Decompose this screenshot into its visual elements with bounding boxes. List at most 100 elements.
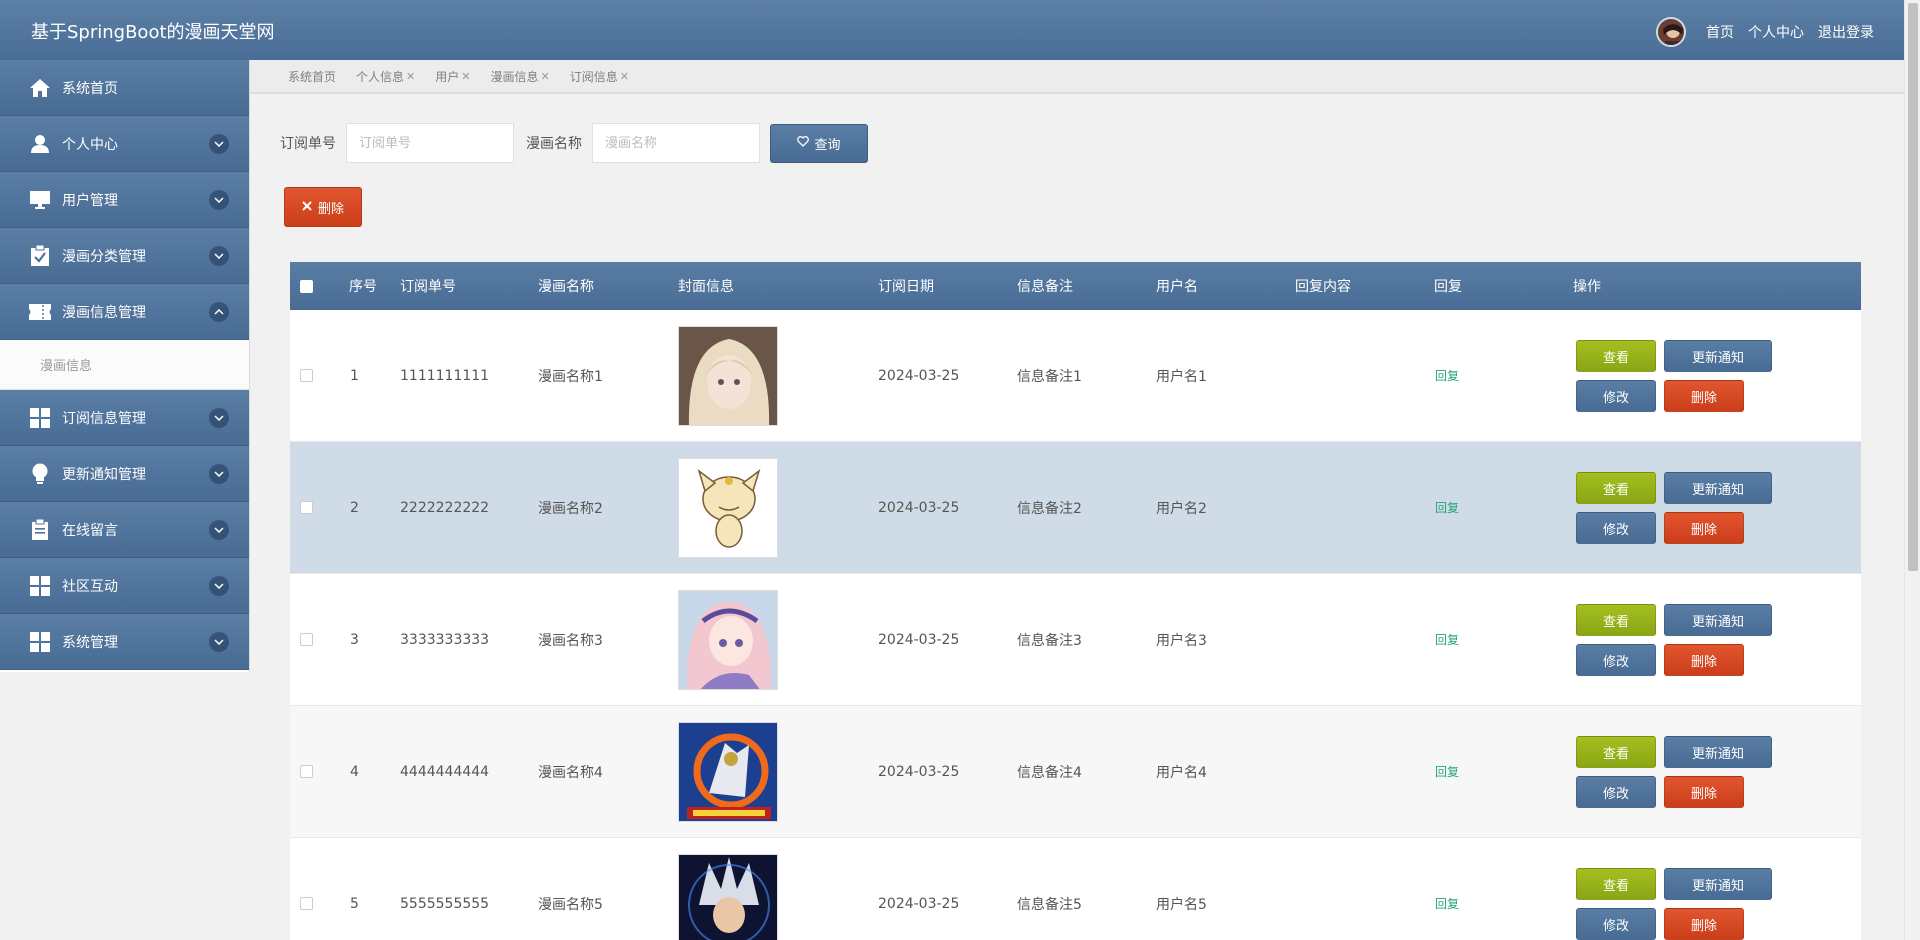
nav-profile-link[interactable]: 个人中心 xyxy=(1748,22,1804,42)
user-avatar[interactable] xyxy=(1656,17,1686,47)
cover-image[interactable] xyxy=(678,589,778,690)
column-header: 操作 xyxy=(1573,279,1601,295)
view-button[interactable]: 查看 xyxy=(1576,340,1656,372)
sidebar-item-label: 用户管理 xyxy=(62,192,118,209)
update-notice-button[interactable]: 更新通知 xyxy=(1664,604,1772,636)
sidebar-item-subscription-management[interactable]: 订阅信息管理 xyxy=(0,390,249,446)
table-row[interactable]: 5 5555555555 漫画名称5 2024-03-25 信息备注5 用户名5… xyxy=(290,838,1861,940)
update-notice-button[interactable]: 更新通知 xyxy=(1664,736,1772,768)
home-icon xyxy=(28,76,52,100)
update-notice-button[interactable]: 更新通知 xyxy=(1664,868,1772,900)
edit-button[interactable]: 修改 xyxy=(1576,644,1656,676)
cover-image[interactable] xyxy=(678,325,778,426)
sidebar-item-update-notice-management[interactable]: 更新通知管理 xyxy=(0,446,249,502)
sidebar: 系统首页 个人中心 用户管理 漫画分类管理 漫画信息管理 漫画信息 订阅信息管理… xyxy=(0,60,250,672)
query-button[interactable]: 查询 xyxy=(770,123,868,163)
edit-button[interactable]: 修改 xyxy=(1576,512,1656,544)
sidebar-item-label: 漫画分类管理 xyxy=(62,248,146,265)
sidebar-item-category-management[interactable]: 漫画分类管理 xyxy=(0,228,249,284)
update-notice-button[interactable]: 更新通知 xyxy=(1664,340,1772,372)
row-checkbox[interactable] xyxy=(300,501,313,514)
order-no-input[interactable] xyxy=(346,123,514,163)
grid-icon xyxy=(28,406,52,430)
date-cell: 2024-03-25 xyxy=(878,499,960,516)
cover-cell xyxy=(678,706,778,837)
tab-comic-info[interactable]: 漫画信息 ✕ xyxy=(490,68,549,85)
view-button[interactable]: 查看 xyxy=(1576,472,1656,504)
reply-link[interactable]: 回复 xyxy=(1435,631,1459,648)
comic-name-cell: 漫画名称4 xyxy=(538,764,603,781)
note-cell: 信息备注3 xyxy=(1017,632,1082,649)
note-cell: 信息备注2 xyxy=(1017,500,1082,517)
table-row[interactable]: 1 1111111111 漫画名称1 2024-03-25 信息备注1 用户名1… xyxy=(290,310,1861,442)
reply-link[interactable]: 回复 xyxy=(1435,895,1459,912)
cover-image[interactable] xyxy=(678,457,778,558)
sidebar-item-system-home[interactable]: 系统首页 xyxy=(0,60,249,116)
table-row[interactable]: 2 2222222222 漫画名称2 2024-03-25 信息备注2 用户名2… xyxy=(290,442,1861,574)
cover-cell xyxy=(678,574,778,705)
delete-button[interactable]: 删除 xyxy=(1664,380,1744,412)
reply-link[interactable]: 回复 xyxy=(1435,499,1459,516)
close-icon[interactable]: ✕ xyxy=(406,70,415,83)
sidebar-item-online-message[interactable]: 在线留言 xyxy=(0,502,249,558)
note-cell: 信息备注5 xyxy=(1017,896,1082,913)
row-checkbox[interactable] xyxy=(300,765,313,778)
order-no-cell: 1111111111 xyxy=(400,367,490,384)
close-icon[interactable]: ✕ xyxy=(461,70,470,83)
sidebar-item-user-management[interactable]: 用户管理 xyxy=(0,172,249,228)
select-all-checkbox[interactable] xyxy=(300,279,313,293)
row-checkbox[interactable] xyxy=(300,633,313,646)
view-button[interactable]: 查看 xyxy=(1576,604,1656,636)
breadcrumb-tabs: 系统首页 个人信息 ✕ 用户 ✕ 漫画信息 ✕ 订阅信息 ✕ xyxy=(250,60,1904,94)
tab-label: 用户 xyxy=(435,69,460,84)
nav-home-link[interactable]: 首页 xyxy=(1706,22,1734,42)
username-cell: 用户名5 xyxy=(1156,896,1207,913)
delete-button[interactable]: 删除 xyxy=(1664,776,1744,808)
reply-cell: 回复 xyxy=(1435,310,1459,441)
sidebar-item-personal-center[interactable]: 个人中心 xyxy=(0,116,249,172)
tab-user[interactable]: 用户 ✕ xyxy=(435,68,470,85)
chevron-down-icon xyxy=(209,520,229,540)
row-actions: 查看 更新通知 修改 删除 xyxy=(1576,604,1776,676)
comic-name-input[interactable] xyxy=(592,123,760,163)
scrollbar-thumb[interactable] xyxy=(1908,3,1918,571)
delete-button[interactable]: 删除 xyxy=(1664,512,1744,544)
view-button[interactable]: 查看 xyxy=(1576,868,1656,900)
sidebar-item-comic-info-management[interactable]: 漫画信息管理 xyxy=(0,284,249,340)
update-notice-button[interactable]: 更新通知 xyxy=(1664,472,1772,504)
index-cell: 5 xyxy=(350,895,359,912)
reply-link[interactable]: 回复 xyxy=(1435,367,1459,384)
reply-link[interactable]: 回复 xyxy=(1435,763,1459,780)
sidebar-subitem-comic-info[interactable]: 漫画信息 xyxy=(0,340,249,390)
select-all-cell xyxy=(300,262,313,310)
username-cell: 用户名4 xyxy=(1156,764,1207,781)
tab-personal-info[interactable]: 个人信息 ✕ xyxy=(356,68,415,85)
chevron-down-icon xyxy=(209,246,229,266)
order-no-label: 订阅单号 xyxy=(280,136,336,152)
column-header: 序号 xyxy=(349,279,377,295)
cover-image[interactable] xyxy=(678,721,778,822)
nav-logout-link[interactable]: 退出登录 xyxy=(1818,22,1874,42)
table-row[interactable]: 4 4444444444 漫画名称4 2024-03-25 信息备注4 用户名4… xyxy=(290,706,1861,838)
page-scrollbar[interactable] xyxy=(1904,0,1920,940)
edit-button[interactable]: 修改 xyxy=(1576,776,1656,808)
edit-button[interactable]: 修改 xyxy=(1576,380,1656,412)
edit-button[interactable]: 修改 xyxy=(1576,908,1656,940)
sidebar-item-community[interactable]: 社区互动 xyxy=(0,558,249,614)
search-form: 订阅单号 漫画名称 查询 xyxy=(280,123,868,163)
delete-button[interactable]: 删除 xyxy=(1664,644,1744,676)
sidebar-item-system-management[interactable]: 系统管理 xyxy=(0,614,249,670)
batch-delete-button[interactable]: 删除 xyxy=(284,187,362,227)
row-checkbox[interactable] xyxy=(300,369,313,382)
view-button[interactable]: 查看 xyxy=(1576,736,1656,768)
close-icon[interactable]: ✕ xyxy=(620,70,629,83)
tab-subscription-info[interactable]: 订阅信息 ✕ xyxy=(570,68,629,85)
row-checkbox[interactable] xyxy=(300,897,313,910)
user-icon xyxy=(28,132,52,156)
cover-image[interactable] xyxy=(678,853,778,940)
tab-system-home[interactable]: 系统首页 xyxy=(288,68,336,85)
tab-label: 个人信息 xyxy=(356,69,405,84)
delete-button[interactable]: 删除 xyxy=(1664,908,1744,940)
table-row[interactable]: 3 3333333333 漫画名称3 2024-03-25 信息备注3 用户名3… xyxy=(290,574,1861,706)
close-icon[interactable]: ✕ xyxy=(541,70,550,83)
